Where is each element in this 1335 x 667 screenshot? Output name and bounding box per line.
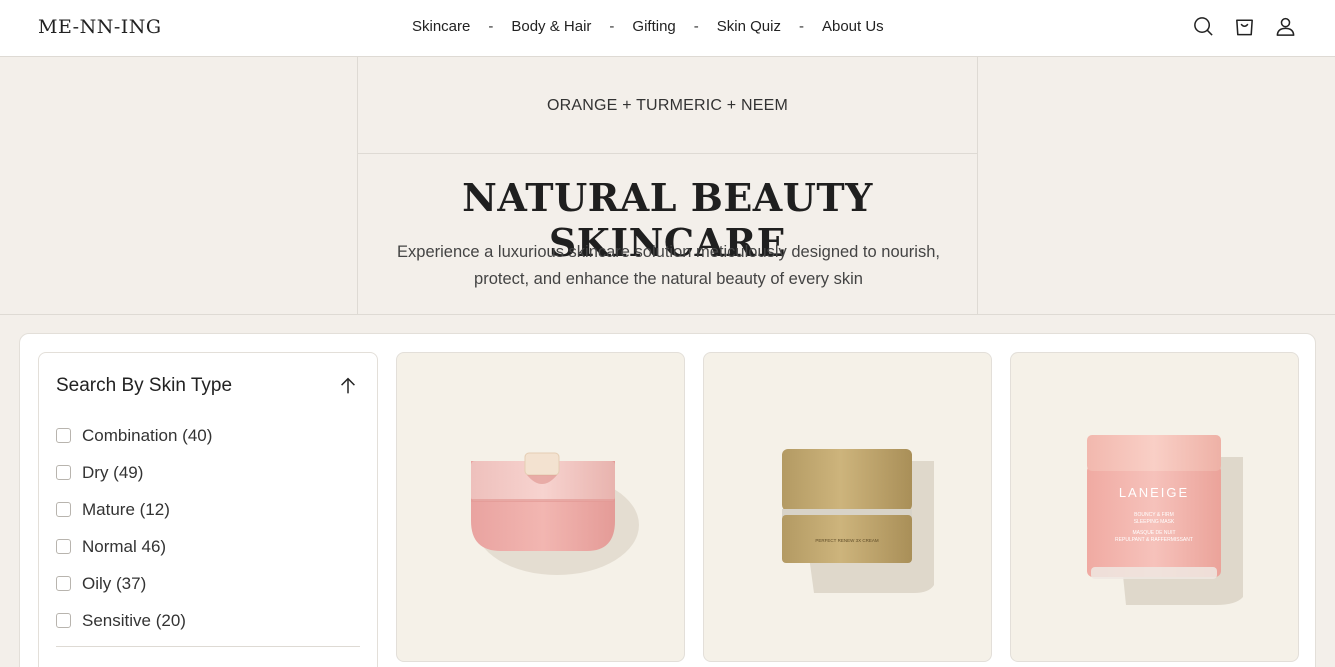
filter-option-combination[interactable]: Combination (40)	[56, 417, 212, 454]
search-icon[interactable]	[1192, 15, 1215, 38]
account-icon[interactable]	[1274, 15, 1297, 38]
product-card[interactable]: LANEIGE BOUNCY & FIRM SLEEPING MASK MASQ…	[1010, 352, 1299, 662]
filter-title[interactable]: Search By Skin Type	[56, 375, 232, 397]
filter-options: Combination (40) Dry (49) Mature (12) No…	[56, 417, 212, 639]
checkbox[interactable]	[56, 576, 71, 591]
product-jar-text: REPULPANT & RAFFERMISSANT	[1115, 537, 1193, 543]
filter-divider	[56, 646, 360, 647]
filter-option-label: Dry (49)	[82, 462, 144, 482]
checkbox[interactable]	[56, 428, 71, 443]
nav-separator: -	[609, 18, 615, 35]
nav-separator: -	[693, 18, 699, 35]
filter-option-label: Oily (37)	[82, 573, 147, 593]
site-logo[interactable]: ME-NN-ING	[38, 16, 162, 38]
product-image-pink-cream-jar[interactable]	[397, 353, 685, 662]
product-listing-panel: Search By Skin Type Combination (40) Dry…	[19, 333, 1316, 667]
product-jar-text: MASQUE DE NUIT	[1132, 530, 1175, 536]
checkbox[interactable]	[56, 613, 71, 628]
filter-option-mature[interactable]: Mature (12)	[56, 491, 212, 528]
arrow-up-icon[interactable]	[337, 375, 359, 397]
hero-description: Experience a luxurious skincare solution…	[397, 243, 940, 288]
nav-item-gifting[interactable]: Gifting	[632, 18, 675, 35]
nav-item-skincare[interactable]: Skincare	[412, 18, 470, 35]
skin-type-filter: Search By Skin Type Combination (40) Dry…	[38, 352, 378, 667]
cart-icon[interactable]	[1233, 15, 1256, 38]
filter-option-label: Sensitive (20)	[82, 610, 186, 630]
product-jar-text: BOUNCY & FIRM	[1134, 512, 1174, 518]
filter-option-label: Combination (40)	[82, 425, 213, 445]
hero-eyebrow: ORANGE + TURMERIC + NEEM	[358, 57, 977, 154]
product-image-laneige-sleeping-mask-jar[interactable]: LANEIGE BOUNCY & FIRM SLEEPING MASK MASQ…	[1011, 353, 1299, 662]
product-card[interactable]	[396, 352, 685, 662]
filter-option-normal[interactable]: Normal 46)	[56, 528, 212, 565]
filter-option-dry[interactable]: Dry (49)	[56, 454, 212, 491]
site-header: ME-NN-ING Skincare - Body & Hair - Gifti…	[0, 0, 1335, 57]
filter-option-label: Mature (12)	[82, 499, 170, 519]
checkbox[interactable]	[56, 539, 71, 554]
nav-item-body-hair[interactable]: Body & Hair	[511, 18, 591, 35]
product-jar-text: PERFECT RENEW 3X CREAM	[815, 538, 878, 543]
nav-separator: -	[488, 18, 494, 35]
checkbox[interactable]	[56, 502, 71, 517]
nav-item-skin-quiz[interactable]: Skin Quiz	[717, 18, 781, 35]
product-card[interactable]: PERFECT RENEW 3X CREAM	[703, 352, 992, 662]
product-jar-brand: LANEIGE	[1119, 485, 1189, 500]
filter-option-sensitive[interactable]: Sensitive (20)	[56, 602, 212, 639]
nav-separator: -	[798, 18, 804, 35]
product-image-gold-cream-jar[interactable]: PERFECT RENEW 3X CREAM	[704, 353, 992, 662]
hero-section: ORANGE + TURMERIC + NEEM NATURAL BEAUTY …	[0, 57, 1335, 315]
nav-item-about-us[interactable]: About Us	[822, 18, 884, 35]
header-actions	[1192, 15, 1297, 38]
checkbox[interactable]	[56, 465, 71, 480]
product-jar-text: SLEEPING MASK	[1134, 519, 1175, 525]
main-nav: Skincare - Body & Hair - Gifting - Skin …	[412, 18, 884, 35]
filter-option-label: Normal 46)	[82, 536, 167, 556]
hero-content: ORANGE + TURMERIC + NEEM NATURAL BEAUTY …	[357, 57, 978, 314]
filter-option-oily[interactable]: Oily (37)	[56, 565, 212, 602]
